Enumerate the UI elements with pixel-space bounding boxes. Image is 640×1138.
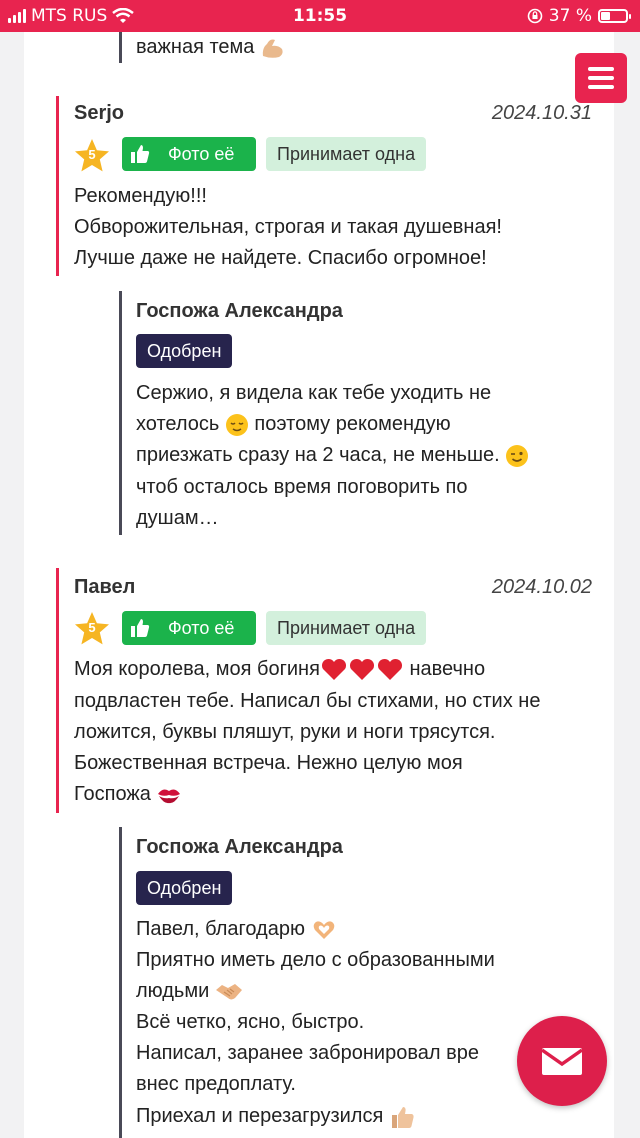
reply-text-line: Сержио, я видела как тебе уходить не <box>136 382 492 404</box>
reply-text-line: душам… <box>136 507 219 529</box>
review-text-line: Обворожительная, строгая и такая душевна… <box>74 216 502 238</box>
rating-star: 5 <box>74 611 110 647</box>
rating-star: 5 <box>74 138 110 174</box>
status-badge: Одобрен <box>136 871 233 905</box>
reply-author: Госпожа Александра <box>136 836 343 858</box>
review-text-line: Лучше даже не найдете. Спасибо огромное! <box>74 247 487 269</box>
review-text-line: Божественная встреча. Нежно целую моя <box>74 752 463 774</box>
winking-face-icon <box>506 444 529 467</box>
rating-value: 5 <box>88 147 96 162</box>
reply-divider <box>119 291 122 535</box>
reply-text-line: Всё четко, ясно, быстро. <box>136 1011 365 1033</box>
reviews-card: важная тема Serjo 2024.10.31 5 Фото её П… <box>24 32 614 1138</box>
reply-text-line: Павел, благодарю <box>136 914 337 945</box>
orientation-lock-icon <box>527 8 543 24</box>
review-text-line: подвластен тебе. Написал бы стихами, но … <box>74 690 541 712</box>
contact-mail-button[interactable] <box>517 1016 607 1106</box>
reply-text-line: внес предоплату. <box>136 1073 296 1095</box>
thumbs-up-icon <box>131 145 150 163</box>
reply-text-line: хотелось поэтому рекомендую <box>136 413 451 436</box>
envelope-icon <box>540 1048 584 1075</box>
review-divider <box>56 96 59 276</box>
review-date: 2024.10.31 <box>491 102 592 124</box>
reply-text-line: Написал, заранее забронировал вре <box>136 1042 479 1064</box>
accepts-tag: Принимает одна <box>266 611 427 645</box>
kiss-mark-icon <box>158 789 181 803</box>
battery-info: 37 % <box>527 6 631 26</box>
rating-value: 5 <box>88 620 96 635</box>
reply-text-line: людьми <box>136 976 243 1007</box>
photo-button-label: Фото её <box>168 143 235 164</box>
prev-reply-tail: важная тема <box>136 32 286 63</box>
battery-icon <box>598 9 631 23</box>
reply-text-line: приезжать сразу на 2 часа, не меньше. <box>136 440 529 471</box>
accepts-tag: Принимает одна <box>266 137 427 171</box>
review-text-line: Госпожа <box>74 779 182 810</box>
review-text-line: Рекомендую!!! <box>74 185 207 207</box>
thumbs-up-emoji-icon <box>391 1106 414 1128</box>
red-hearts-icon <box>321 658 402 680</box>
thumbs-up-icon <box>131 619 150 637</box>
review-date: 2024.10.02 <box>491 576 592 598</box>
reply-author: Госпожа Александра <box>136 300 343 322</box>
menu-button[interactable] <box>575 53 627 103</box>
photo-button-label: Фото её <box>168 617 235 638</box>
review-text-line: Моя королева, моя богиня навечно <box>74 654 485 685</box>
reply-text-line: Приятно иметь дело с образованными <box>136 949 495 971</box>
reply-divider <box>119 32 122 63</box>
reply-text-line: чтоб осталось время поговорить по <box>136 476 468 498</box>
status-badge: Одобрен <box>136 334 233 368</box>
review-divider <box>56 568 59 813</box>
reply-text-line: Приехал и перезагрузился <box>136 1101 415 1132</box>
reply-divider <box>119 827 122 1138</box>
photo-button[interactable]: Фото её <box>122 137 256 171</box>
relieved-face-icon <box>225 413 248 436</box>
handshake-icon <box>215 983 242 1000</box>
photo-button[interactable]: Фото её <box>122 611 256 645</box>
heart-hands-icon <box>313 921 334 939</box>
review-author: Павел <box>74 576 136 598</box>
review-author: Serjo <box>74 102 125 124</box>
status-bar: MTS RUS 11:55 37 % <box>0 0 640 32</box>
review-text-line: ложится, буквы пляшут, руки и ноги трясу… <box>74 721 496 743</box>
flexed-biceps-icon <box>262 39 283 58</box>
battery-percent: 37 % <box>548 6 592 26</box>
